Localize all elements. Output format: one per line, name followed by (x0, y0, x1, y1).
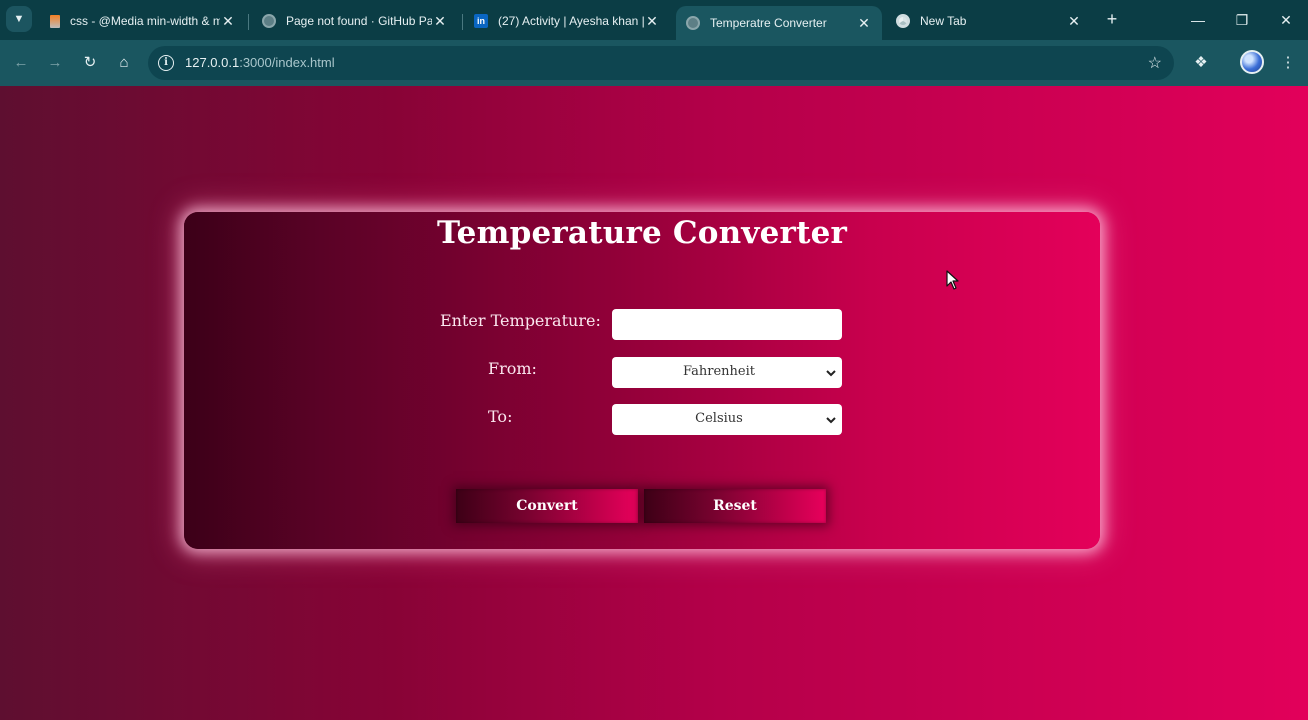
tab-github-pages[interactable]: Page not found · GitHub Pa ✕ (252, 6, 458, 36)
tab-temperature-converter[interactable]: Temperatre Converter ✕ (676, 6, 882, 40)
tab-divider (248, 14, 249, 30)
reset-button[interactable]: Reset (644, 489, 826, 523)
tab-divider (462, 14, 463, 30)
restore-button[interactable]: ❐ (1230, 8, 1254, 32)
tab-title: Page not found · GitHub Pa (286, 14, 432, 28)
chrome-icon (896, 14, 910, 28)
close-icon: ✕ (1280, 12, 1292, 28)
url-host: 127.0.0.1 (185, 55, 240, 70)
tab-title: New Tab (920, 14, 967, 28)
from-unit-value: Fahrenheit (683, 364, 755, 379)
reload-button[interactable]: ↻ (78, 51, 102, 75)
to-label: To: (488, 407, 513, 426)
tab-search-button[interactable]: ▼ (6, 6, 32, 32)
tab-new-tab[interactable]: New Tab ✕ (886, 6, 1092, 36)
convert-button[interactable]: Convert (456, 489, 638, 523)
arrow-right-icon: → (47, 54, 63, 71)
address-bar[interactable]: i 127.0.0.1:3000/index.html ☆ (148, 46, 1174, 80)
linkedin-icon: in (474, 14, 488, 28)
url-path: :3000/index.html (239, 55, 335, 70)
close-icon[interactable]: ✕ (1066, 13, 1082, 30)
address-url[interactable]: 127.0.0.1:3000/index.html (185, 55, 335, 70)
temperature-input[interactable] (612, 309, 842, 340)
back-button[interactable]: ← (9, 51, 33, 75)
home-button[interactable]: ⌂ (112, 51, 136, 75)
page-title: Temperature Converter (436, 215, 848, 251)
tab-title: Temperatre Converter (710, 16, 827, 30)
site-info-icon[interactable]: i (158, 55, 174, 71)
from-unit-select[interactable]: Fahrenheit (612, 357, 842, 388)
close-window-button[interactable]: ✕ (1274, 8, 1298, 32)
profile-avatar[interactable] (1240, 50, 1264, 74)
close-icon[interactable]: ✕ (856, 15, 872, 32)
tab-title: css - @Media min-width & m (70, 14, 220, 28)
close-icon[interactable]: ✕ (644, 13, 660, 30)
page-viewport: Temperature Converter Enter Temperature:… (0, 86, 1308, 720)
close-icon[interactable]: ✕ (220, 13, 236, 30)
tab-css-media[interactable]: css - @Media min-width & m ✕ (40, 6, 246, 36)
globe-icon (686, 16, 700, 30)
forward-button[interactable]: → (43, 51, 67, 75)
tab-title: (27) Activity | Ayesha khan | (498, 14, 644, 28)
globe-icon (262, 14, 276, 28)
converter-card: Temperature Converter Enter Temperature:… (184, 212, 1100, 549)
to-unit-select[interactable]: Celsius (612, 404, 842, 435)
plus-icon: + (1106, 9, 1118, 29)
more-vertical-icon: ⋮ (1280, 54, 1296, 71)
browser-toolbar: ← → ↻ ⌂ i 127.0.0.1:3000/index.html ☆ ❖ … (0, 40, 1308, 86)
chevron-down-icon (826, 370, 836, 377)
arrow-left-icon: ← (13, 54, 29, 71)
enter-temperature-label: Enter Temperature: (440, 311, 601, 330)
extensions-button[interactable]: ❖ (1189, 51, 1213, 75)
tab-linkedin-activity[interactable]: in (27) Activity | Ayesha khan | ✕ (464, 6, 670, 36)
reload-icon: ↻ (83, 54, 97, 71)
home-icon: ⌂ (119, 54, 129, 71)
to-unit-value: Celsius (695, 411, 743, 426)
menu-button[interactable]: ⋮ (1276, 51, 1300, 75)
from-label: From: (488, 359, 537, 378)
tab-strip: ▼ css - @Media min-width & m ✕ Page not … (0, 0, 1308, 40)
close-icon[interactable]: ✕ (432, 13, 448, 30)
new-tab-button[interactable]: + (1102, 9, 1122, 29)
bookmark-star-icon[interactable]: ☆ (1148, 53, 1162, 73)
restore-icon: ❐ (1235, 12, 1249, 28)
chevron-down-icon (826, 417, 836, 424)
chevron-down-icon: ▼ (13, 13, 25, 25)
mouse-cursor-icon (946, 270, 959, 290)
minimize-icon: — (1191, 12, 1205, 28)
minimize-button[interactable]: — (1186, 8, 1210, 32)
puzzle-icon: ❖ (1194, 54, 1208, 71)
stackoverflow-icon (50, 14, 60, 28)
